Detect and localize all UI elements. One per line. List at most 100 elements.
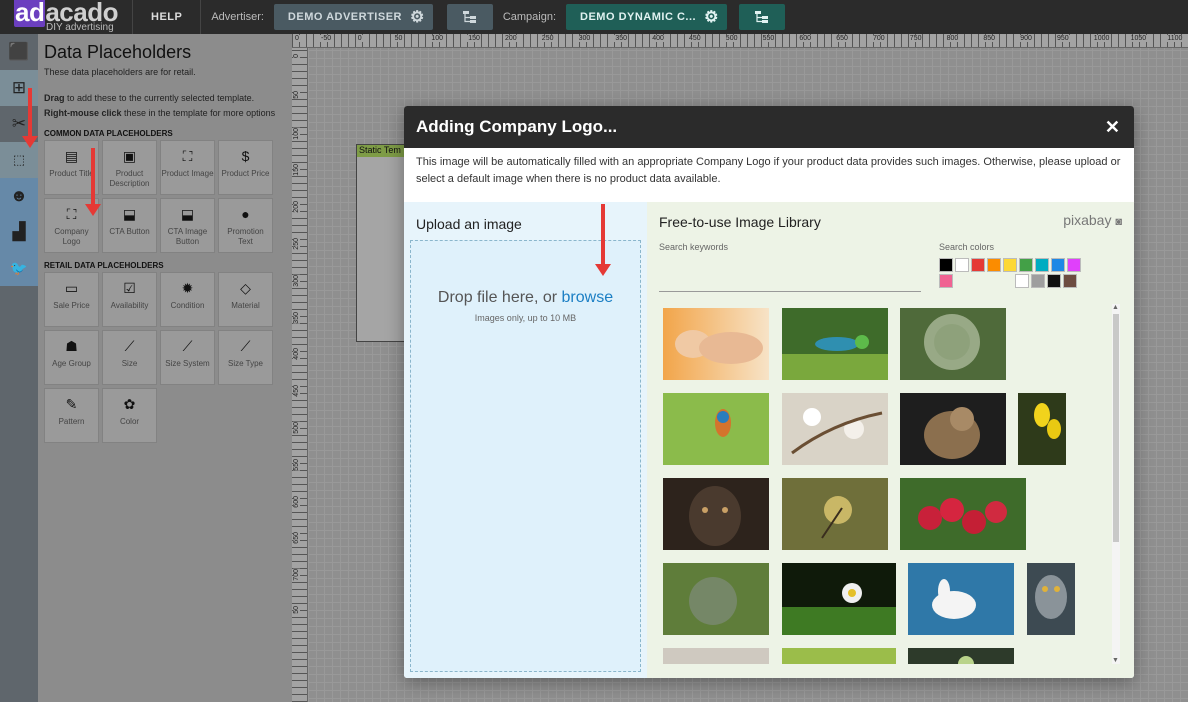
placeholder-age-group[interactable]: ☗ Age Group	[44, 330, 99, 385]
advertiser-selector[interactable]: DEMO ADVERTISER ⚙	[273, 4, 433, 30]
tile-label: Size Type	[228, 359, 263, 368]
placeholder-size-type[interactable]: ⟋ Size Type	[218, 330, 273, 385]
placeholder-pattern[interactable]: ✎ Pattern	[44, 388, 99, 443]
color-swatch[interactable]	[955, 258, 969, 272]
advertiser-hierarchy-button[interactable]	[446, 4, 493, 30]
image-thumbnail[interactable]	[663, 308, 769, 380]
placeholder-product-price[interactable]: $ Product Price	[218, 140, 273, 195]
placeholder-availability[interactable]: ☑ Availability	[102, 272, 157, 327]
image-thumbnail[interactable]	[782, 478, 888, 550]
placeholder-color[interactable]: ✿ Color	[102, 388, 157, 443]
ruler-tick-label: -50	[320, 35, 333, 42]
gear-icon[interactable]: ⚙	[704, 7, 719, 27]
file-drop-zone[interactable]: Drop file here, or browse Images only, u…	[410, 240, 641, 672]
placeholder-promotion-text[interactable]: ● Promotion Text	[218, 198, 273, 253]
image-thumbnail[interactable]	[900, 393, 1006, 465]
image-thumbnail[interactable]	[782, 308, 888, 380]
cursor-button-icon: ⬓	[122, 206, 137, 222]
retail-placeholders-header: RETAIL DATA PLACEHOLDERS	[44, 261, 164, 270]
color-swatch[interactable]	[987, 258, 1001, 272]
image-results	[659, 304, 1111, 664]
tools-icon: ✂	[11, 114, 27, 133]
image-thumbnail[interactable]	[663, 563, 769, 635]
image-thumbnail[interactable]	[900, 478, 1026, 550]
placeholder-sale-price[interactable]: ▭ Sale Price	[44, 272, 99, 327]
color-swatch[interactable]	[1019, 258, 1033, 272]
adacado-logo[interactable]: adacado DIY advertising	[0, 0, 132, 34]
color-swatch[interactable]	[1063, 274, 1077, 288]
campaign-selector[interactable]: DEMO DYNAMIC C... ⚙	[566, 4, 727, 30]
tile-label: CTA Button	[109, 227, 150, 236]
ruler-tick-label: 500	[724, 35, 739, 42]
palette-icon: ✿	[123, 396, 136, 412]
color-swatch[interactable]	[1067, 258, 1081, 272]
rail-item-emoji[interactable]: ☻	[0, 178, 38, 214]
image-thumbnail[interactable]	[782, 563, 896, 635]
image-thumbnail[interactable]	[908, 648, 1014, 664]
tool-rail: ⬛ ⊞ ✂ ⬚ ☻ ▟ 🐦	[0, 34, 38, 702]
ruler-tick-label: 650	[835, 35, 849, 42]
ruler-tick-label: 0	[356, 35, 363, 42]
app-root: adacado DIY advertising HELP Advertiser:…	[0, 0, 1188, 702]
drop-text-label: Drop file here, or	[437, 289, 562, 306]
color-swatch[interactable]	[1051, 258, 1065, 272]
results-scrollbar[interactable]: ▲ ▼	[1112, 304, 1120, 664]
twitter-icon: 🐦	[10, 259, 28, 276]
help-link[interactable]: HELP	[151, 11, 182, 23]
color-swatch[interactable]	[939, 274, 953, 288]
rail-item-products[interactable]: ⬛	[0, 34, 38, 70]
ruler-tick-label: 300	[293, 274, 300, 287]
placeholder-size-system[interactable]: ⟋ Size System	[160, 330, 215, 385]
color-swatch[interactable]	[971, 258, 985, 272]
ruler-tick-label: 450	[688, 35, 702, 42]
gear-icon[interactable]: ⚙	[410, 7, 425, 27]
image-thumbnail[interactable]	[782, 393, 888, 465]
color-swatch[interactable]	[939, 258, 953, 272]
annotation-arrow	[22, 88, 38, 148]
ruler-tick-label: 850	[982, 35, 997, 42]
color-swatch[interactable]	[1015, 274, 1029, 288]
retail-placeholders-grid: ▭ Sale Price ☑ Availability ✹ Condition ◇ Ma…	[44, 272, 286, 443]
scroll-down-icon[interactable]: ▼	[1112, 657, 1119, 664]
rail-item-twitter[interactable]: 🐦	[0, 250, 38, 286]
close-icon[interactable]: ✕	[1105, 117, 1120, 138]
ruler-tick-label: 650	[293, 532, 300, 545]
placeholder-product-image[interactable]: ⛶ Product Image	[160, 140, 215, 195]
color-swatch[interactable]	[1035, 258, 1049, 272]
image-frame-icon: ⛶	[182, 148, 193, 164]
drop-text: Drop file here, or browse	[411, 289, 640, 307]
alert-badge-icon: ✹	[181, 280, 194, 296]
browse-link[interactable]: browse	[562, 289, 614, 306]
image-thumbnail[interactable]	[663, 478, 769, 550]
image-thumbnail[interactable]	[900, 308, 1006, 380]
scroll-up-icon[interactable]: ▲	[1112, 304, 1119, 311]
search-keywords-input[interactable]	[659, 254, 921, 292]
logo-ad: ad	[14, 0, 46, 27]
tile-label: Product Price	[221, 169, 270, 178]
rail-item-add[interactable]: ⊞	[0, 70, 38, 106]
placeholder-product-description[interactable]: ▣ Product Description	[102, 140, 157, 195]
image-thumbnail[interactable]	[1027, 563, 1075, 635]
placeholder-size[interactable]: ⟋ Size	[102, 330, 157, 385]
campaign-hierarchy-button[interactable]	[738, 4, 785, 30]
placeholder-cta-image-button[interactable]: ⬓ CTA Image Button	[160, 198, 215, 253]
image-thumbnail[interactable]	[1018, 393, 1066, 465]
top-bar: adacado DIY advertising HELP Advertiser:…	[0, 0, 1188, 34]
scrollbar-thumb[interactable]	[1113, 314, 1119, 542]
search-colors-label: Search colors	[939, 242, 995, 252]
placeholder-cta-button[interactable]: ⬓ CTA Button	[102, 198, 157, 253]
color-swatch[interactable]	[1047, 274, 1061, 288]
color-swatch[interactable]	[1031, 274, 1045, 288]
image-thumbnail[interactable]	[908, 563, 1014, 635]
image-thumbnail[interactable]	[782, 648, 896, 664]
ruler-tick-label: 100	[430, 35, 445, 42]
image-thumbnail[interactable]	[663, 393, 769, 465]
ruler-tick-label: 800	[945, 35, 960, 42]
placeholder-condition[interactable]: ✹ Condition	[160, 272, 215, 327]
color-swatch[interactable]	[1003, 258, 1017, 272]
rail-item-stamp[interactable]: ▟	[0, 214, 38, 250]
image-thumbnail[interactable]	[663, 648, 769, 664]
provider-name: pixabay	[1063, 212, 1112, 228]
library-title: Free-to-use Image Library	[659, 214, 821, 230]
placeholder-material[interactable]: ◇ Material	[218, 272, 273, 327]
